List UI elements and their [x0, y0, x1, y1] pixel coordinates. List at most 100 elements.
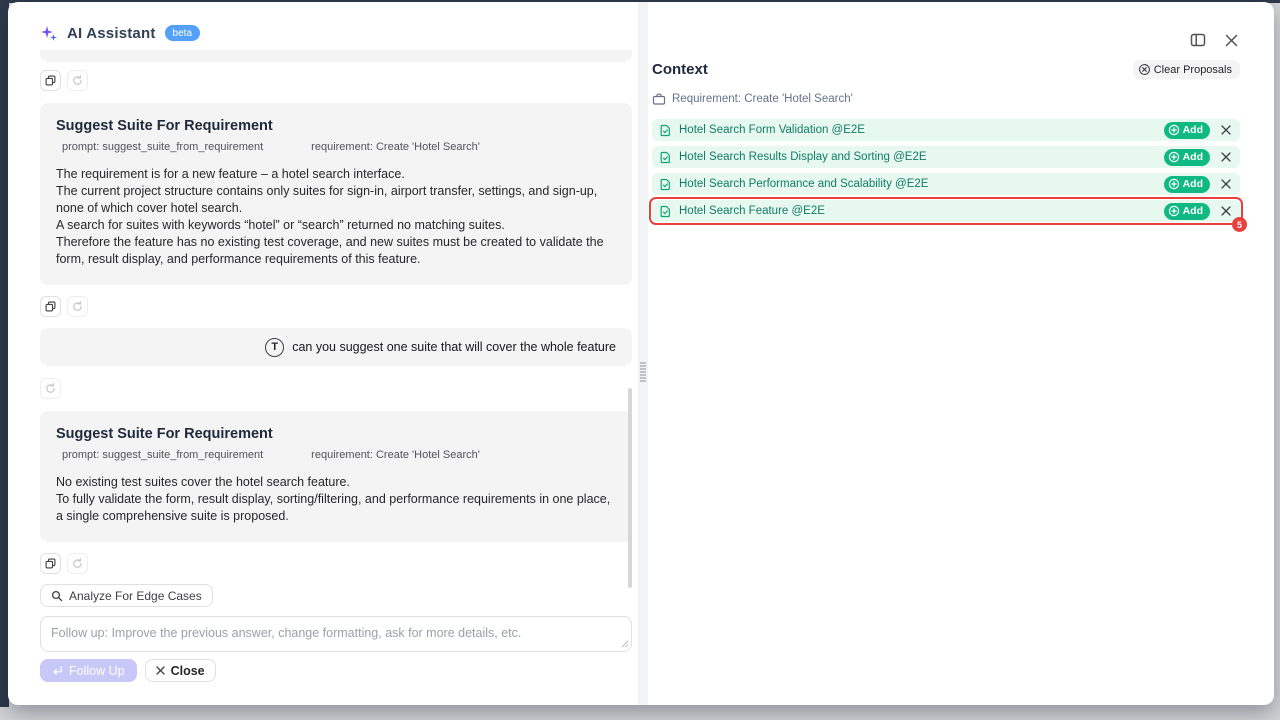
user-message: T can you suggest one suite that will co…: [40, 328, 632, 366]
x-icon: [1221, 179, 1231, 189]
message-actions: [40, 70, 632, 91]
plus-circle-icon: [1168, 124, 1180, 136]
panel-resize-divider[interactable]: [638, 2, 648, 705]
chat-thread: Suggest Suite For Requirement prompt: su…: [40, 50, 632, 682]
clear-proposals-button[interactable]: Clear Proposals: [1133, 60, 1240, 79]
drag-grip-icon[interactable]: [638, 362, 648, 382]
follow-up-button[interactable]: Follow Up: [40, 659, 137, 682]
x-icon: [1221, 206, 1231, 216]
prompt-meta: prompt: suggest_suite_from_requirement: [62, 449, 263, 461]
add-label: Add: [1183, 205, 1203, 217]
modal-header: AI Assistant beta: [40, 24, 200, 42]
message-actions: [40, 553, 632, 574]
proposal-row-highlighted[interactable]: Hotel Search Feature @E2E Add: [652, 200, 1240, 222]
card-paragraph: A search for suites with keywords “hotel…: [56, 217, 616, 234]
proposal-row[interactable]: Hotel Search Results Display and Sorting…: [652, 146, 1240, 168]
copy-icon: [45, 75, 56, 86]
analyze-edge-cases-button[interactable]: Analyze For Edge Cases: [40, 584, 213, 607]
context-panel: Context Clear Proposals Requirement: Cre…: [652, 60, 1240, 222]
card-title: Suggest Suite For Requirement: [56, 118, 616, 134]
clear-proposals-label: Clear Proposals: [1154, 64, 1232, 76]
user-avatar: T: [265, 338, 284, 357]
copy-button[interactable]: [40, 553, 61, 574]
card-paragraph: The requirement is for a new feature – a…: [56, 166, 616, 183]
user-message-text: can you suggest one suite that will cove…: [292, 340, 616, 354]
add-label: Add: [1183, 178, 1203, 190]
search-icon: [51, 590, 63, 602]
requirement-label: Requirement: Create 'Hotel Search': [672, 93, 853, 105]
card-title: Suggest Suite For Requirement: [56, 426, 616, 442]
card-paragraph: To fully validate the form, result displ…: [56, 491, 616, 525]
proposal-label: Hotel Search Performance and Scalability…: [679, 178, 928, 190]
copy-icon: [45, 558, 56, 569]
proposal-row[interactable]: Hotel Search Form Validation @E2E Add: [652, 119, 1240, 141]
ai-assistant-modal: AI Assistant beta: [8, 2, 1274, 705]
assistant-card: Suggest Suite For Requirement prompt: su…: [40, 411, 632, 542]
panel-layout-icon: [1190, 32, 1206, 48]
card-meta: prompt: suggest_suite_from_requirement r…: [56, 449, 616, 461]
plus-circle-icon: [1168, 205, 1180, 217]
card-paragraph: Therefore the feature has no existing te…: [56, 234, 616, 268]
close-icon: [1225, 34, 1238, 47]
dismiss-proposal-button[interactable]: [1217, 148, 1235, 166]
proposal-label: Hotel Search Form Validation @E2E: [679, 124, 865, 136]
briefcase-icon: [652, 92, 666, 106]
regenerate-button[interactable]: [67, 553, 88, 574]
previous-message-fragment: [40, 50, 632, 62]
refresh-icon: [72, 558, 83, 569]
proposal-row[interactable]: Hotel Search Performance and Scalability…: [652, 173, 1240, 195]
add-button[interactable]: Add: [1164, 203, 1210, 220]
message-actions: [40, 296, 632, 317]
card-paragraph: The current project structure contains o…: [56, 183, 616, 217]
circle-x-icon: [1138, 63, 1151, 76]
add-label: Add: [1183, 124, 1203, 136]
context-requirement: Requirement: Create 'Hotel Search': [652, 92, 1240, 106]
message-actions: [40, 378, 632, 399]
chat-scrollbar[interactable]: [628, 388, 632, 588]
close-modal-button[interactable]: [1225, 34, 1238, 47]
requirement-meta: requirement: Create 'Hotel Search': [311, 449, 480, 461]
resize-handle-icon[interactable]: [621, 640, 629, 648]
context-title: Context: [652, 61, 708, 78]
dismiss-proposal-button[interactable]: [1217, 121, 1235, 139]
dismiss-proposal-button[interactable]: [1217, 175, 1235, 193]
plus-circle-icon: [1168, 151, 1180, 163]
card-paragraph: No existing test suites cover the hotel …: [56, 474, 616, 491]
regenerate-button[interactable]: [67, 296, 88, 317]
copy-button[interactable]: [40, 70, 61, 91]
card-meta: prompt: suggest_suite_from_requirement r…: [56, 141, 616, 153]
x-icon: [156, 666, 165, 675]
regenerate-button[interactable]: [40, 378, 61, 399]
return-icon: [52, 665, 63, 676]
prompt-meta: prompt: suggest_suite_from_requirement: [62, 141, 263, 153]
followup-input[interactable]: [40, 616, 632, 652]
close-button[interactable]: Close: [145, 659, 216, 682]
annotation-badge: 5: [1232, 217, 1247, 232]
regenerate-button[interactable]: [67, 70, 88, 91]
suite-file-icon: [659, 178, 672, 191]
copy-button[interactable]: [40, 296, 61, 317]
sparkles-icon: [40, 24, 58, 42]
beta-badge: beta: [165, 25, 200, 41]
refresh-icon: [72, 75, 83, 86]
dismiss-proposal-button[interactable]: [1217, 202, 1235, 220]
refresh-icon: [72, 301, 83, 312]
add-button[interactable]: Add: [1164, 176, 1210, 193]
proposal-label: Hotel Search Results Display and Sorting…: [679, 151, 927, 163]
add-button[interactable]: Add: [1164, 122, 1210, 139]
chip-label: Analyze For Edge Cases: [69, 589, 202, 603]
page-title: AI Assistant: [67, 25, 156, 42]
suite-file-icon: [659, 151, 672, 164]
add-label: Add: [1183, 151, 1203, 163]
card-body: No existing test suites cover the hotel …: [56, 474, 616, 525]
refresh-icon: [45, 383, 56, 394]
proposal-list: Hotel Search Form Validation @E2E Add: [652, 119, 1240, 222]
card-body: The requirement is for a new feature – a…: [56, 166, 616, 268]
proposal-label: Hotel Search Feature @E2E: [679, 205, 825, 217]
copy-icon: [45, 301, 56, 312]
x-icon: [1221, 125, 1231, 135]
suite-file-icon: [659, 124, 672, 137]
assistant-card: Suggest Suite For Requirement prompt: su…: [40, 103, 632, 285]
add-button[interactable]: Add: [1164, 149, 1210, 166]
toggle-sidepanel-button[interactable]: [1190, 32, 1206, 48]
